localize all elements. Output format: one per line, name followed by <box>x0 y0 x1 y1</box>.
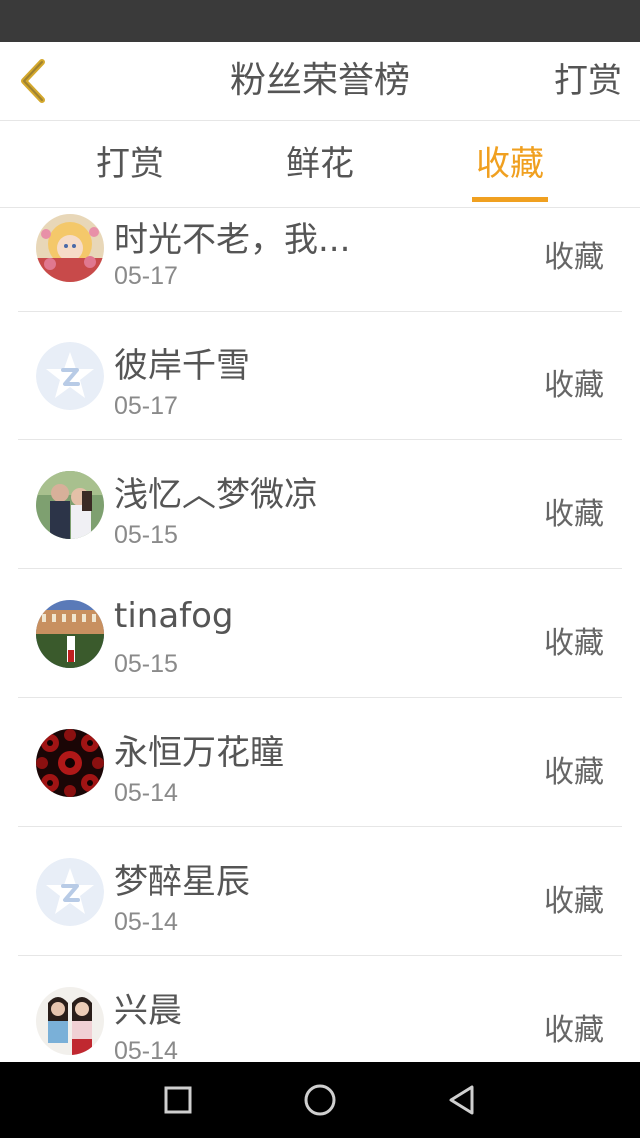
active-tab-indicator <box>472 197 548 202</box>
two-girls-photo-icon <box>36 987 104 1055</box>
fan-date: 05-17 <box>114 392 178 420</box>
status-bar <box>0 0 640 42</box>
triangle-back-icon <box>449 1085 474 1115</box>
fan-action-type: 收藏 <box>544 884 604 919</box>
fan-name: 梦醉星辰 <box>114 862 250 902</box>
fan-action-type: 收藏 <box>544 240 604 275</box>
fan-action-type: 收藏 <box>544 1013 604 1048</box>
recents-button[interactable] <box>158 1080 198 1120</box>
fan-action-type: 收藏 <box>544 755 604 790</box>
fan-action-type: 收藏 <box>544 497 604 532</box>
fan-list: 时光不老，我... 05-17 收藏 彼岸千雪 05-17 收藏 浅忆︿梦微凉 … <box>0 208 640 1062</box>
list-item[interactable]: 时光不老，我... 05-17 收藏 <box>18 208 622 312</box>
avatar <box>36 342 104 410</box>
list-item[interactable]: 梦醉星辰 05-14 收藏 <box>18 828 622 956</box>
avatar <box>36 214 104 282</box>
avatar <box>36 471 104 539</box>
sharingan-icon <box>36 729 104 797</box>
square-recents-icon <box>164 1086 192 1114</box>
page-title: 粉丝荣誉榜 <box>229 60 410 101</box>
fan-date: 05-14 <box>114 779 178 807</box>
list-item[interactable]: 浅忆︿梦微凉 05-15 收藏 <box>18 441 622 569</box>
list-item[interactable]: 永恒万花瞳 05-14 收藏 <box>18 699 622 827</box>
chevron-left-icon <box>21 59 45 103</box>
default-avatar-icon <box>36 342 104 410</box>
circle-home-icon <box>304 1084 336 1116</box>
back-button[interactable] <box>10 54 60 108</box>
reward-button[interactable]: 打赏 <box>554 42 622 120</box>
avatar <box>36 987 104 1055</box>
fan-date: 05-14 <box>114 908 178 936</box>
tab-bar: 打赏 鲜花 收藏 <box>0 121 640 208</box>
couple-photo-icon <box>36 471 104 539</box>
anime-avatar-icon <box>36 214 104 282</box>
fan-date: 05-17 <box>114 262 178 290</box>
building-photo-icon <box>36 600 104 668</box>
avatar <box>36 600 104 668</box>
tab-flowers[interactable]: 鲜花 <box>240 121 400 207</box>
list-item[interactable]: tinafog 05-15 收藏 <box>18 570 622 698</box>
default-avatar-icon <box>36 858 104 926</box>
home-button[interactable] <box>300 1080 340 1120</box>
system-nav-bar <box>0 1062 640 1138</box>
fan-name: 时光不老，我... <box>114 220 351 260</box>
fan-date: 05-15 <box>114 650 178 678</box>
fan-action-type: 收藏 <box>544 368 604 403</box>
fan-action-type: 收藏 <box>544 626 604 661</box>
header: 粉丝荣誉榜 打赏 <box>0 42 640 121</box>
fan-name: 兴晨 <box>114 991 182 1031</box>
back-nav-button[interactable] <box>442 1080 482 1120</box>
fan-name: 永恒万花瞳 <box>114 733 284 773</box>
avatar <box>36 729 104 797</box>
fan-name: tinafog <box>114 596 234 636</box>
fan-date: 05-14 <box>114 1037 178 1062</box>
fan-name: 浅忆︿梦微凉 <box>114 475 318 515</box>
fan-date: 05-15 <box>114 521 178 549</box>
list-item[interactable]: 兴晨 05-14 收藏 <box>18 957 622 1062</box>
fan-name: 彼岸千雪 <box>114 346 250 386</box>
tab-reward[interactable]: 打赏 <box>50 121 210 207</box>
list-item[interactable]: 彼岸千雪 05-17 收藏 <box>18 312 622 440</box>
avatar <box>36 858 104 926</box>
tab-collect[interactable]: 收藏 <box>430 121 590 207</box>
